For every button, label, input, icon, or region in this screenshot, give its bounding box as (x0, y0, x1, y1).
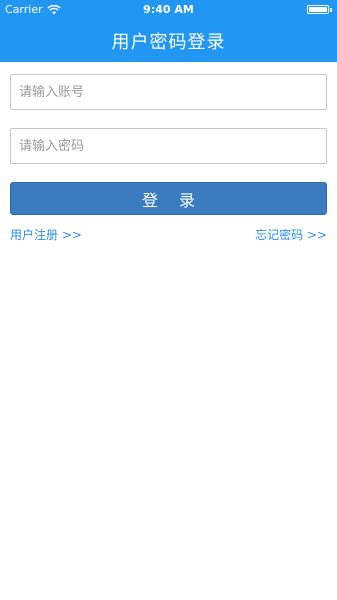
app-header: Carrier 9:40 AM 用户密码登录 (0, 0, 337, 62)
forgot-password-link[interactable]: 忘记密码 >> (255, 226, 327, 243)
login-form: 登 录 用户注册 >> 忘记密码 >> (0, 62, 337, 243)
register-link[interactable]: 用户注册 >> (10, 226, 82, 243)
status-bar: Carrier 9:40 AM (0, 0, 337, 20)
login-button[interactable]: 登 录 (10, 182, 327, 215)
account-input[interactable] (10, 74, 327, 110)
password-input[interactable] (10, 128, 327, 164)
status-time: 9:40 AM (143, 3, 194, 16)
auth-links: 用户注册 >> 忘记密码 >> (10, 226, 327, 243)
page-title: 用户密码登录 (111, 32, 226, 53)
battery-icon (307, 5, 332, 14)
battery-fill (309, 7, 327, 12)
